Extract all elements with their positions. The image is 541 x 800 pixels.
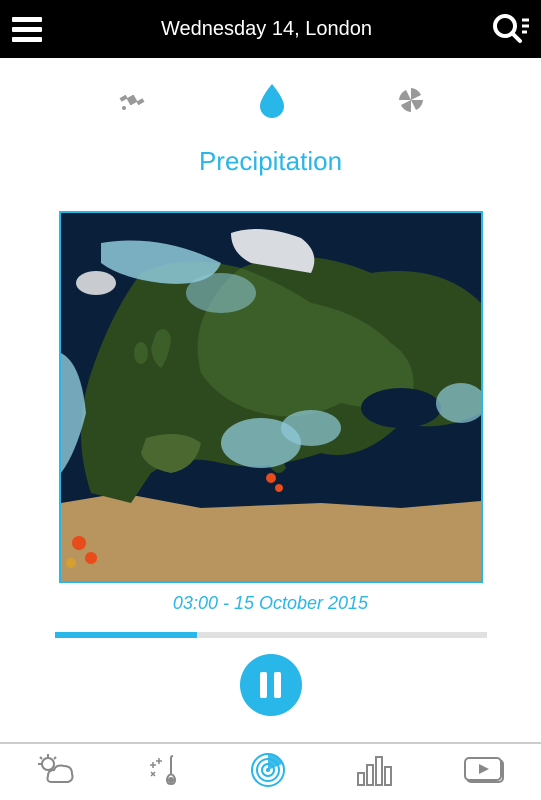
section-title: Precipitation bbox=[199, 146, 342, 177]
search-icon[interactable] bbox=[491, 12, 529, 46]
pause-icon bbox=[260, 672, 281, 698]
bottom-nav bbox=[0, 742, 541, 800]
precipitation-map[interactable] bbox=[59, 211, 483, 583]
view-type-tabs bbox=[116, 82, 426, 118]
precipitation-icon[interactable] bbox=[258, 82, 286, 118]
timestamp-label: 03:00 - 15 October 2015 bbox=[173, 593, 368, 614]
nav-temperature-icon[interactable] bbox=[145, 752, 181, 793]
nav-radar-icon[interactable] bbox=[249, 751, 287, 794]
pause-button[interactable] bbox=[240, 654, 302, 716]
header-title: Wednesday 14, London bbox=[161, 18, 372, 41]
aperture-icon[interactable] bbox=[396, 85, 426, 115]
main-content: Precipitation bbox=[0, 58, 541, 716]
nav-weather-icon[interactable] bbox=[34, 752, 76, 793]
timeline-slider[interactable] bbox=[55, 632, 487, 638]
app-header: Wednesday 14, London bbox=[0, 0, 541, 58]
nav-video-icon[interactable] bbox=[463, 754, 507, 791]
menu-icon[interactable] bbox=[12, 17, 42, 42]
satellite-icon[interactable] bbox=[116, 84, 148, 116]
timeline-progress-fill bbox=[55, 632, 198, 638]
nav-chart-icon[interactable] bbox=[356, 753, 394, 792]
